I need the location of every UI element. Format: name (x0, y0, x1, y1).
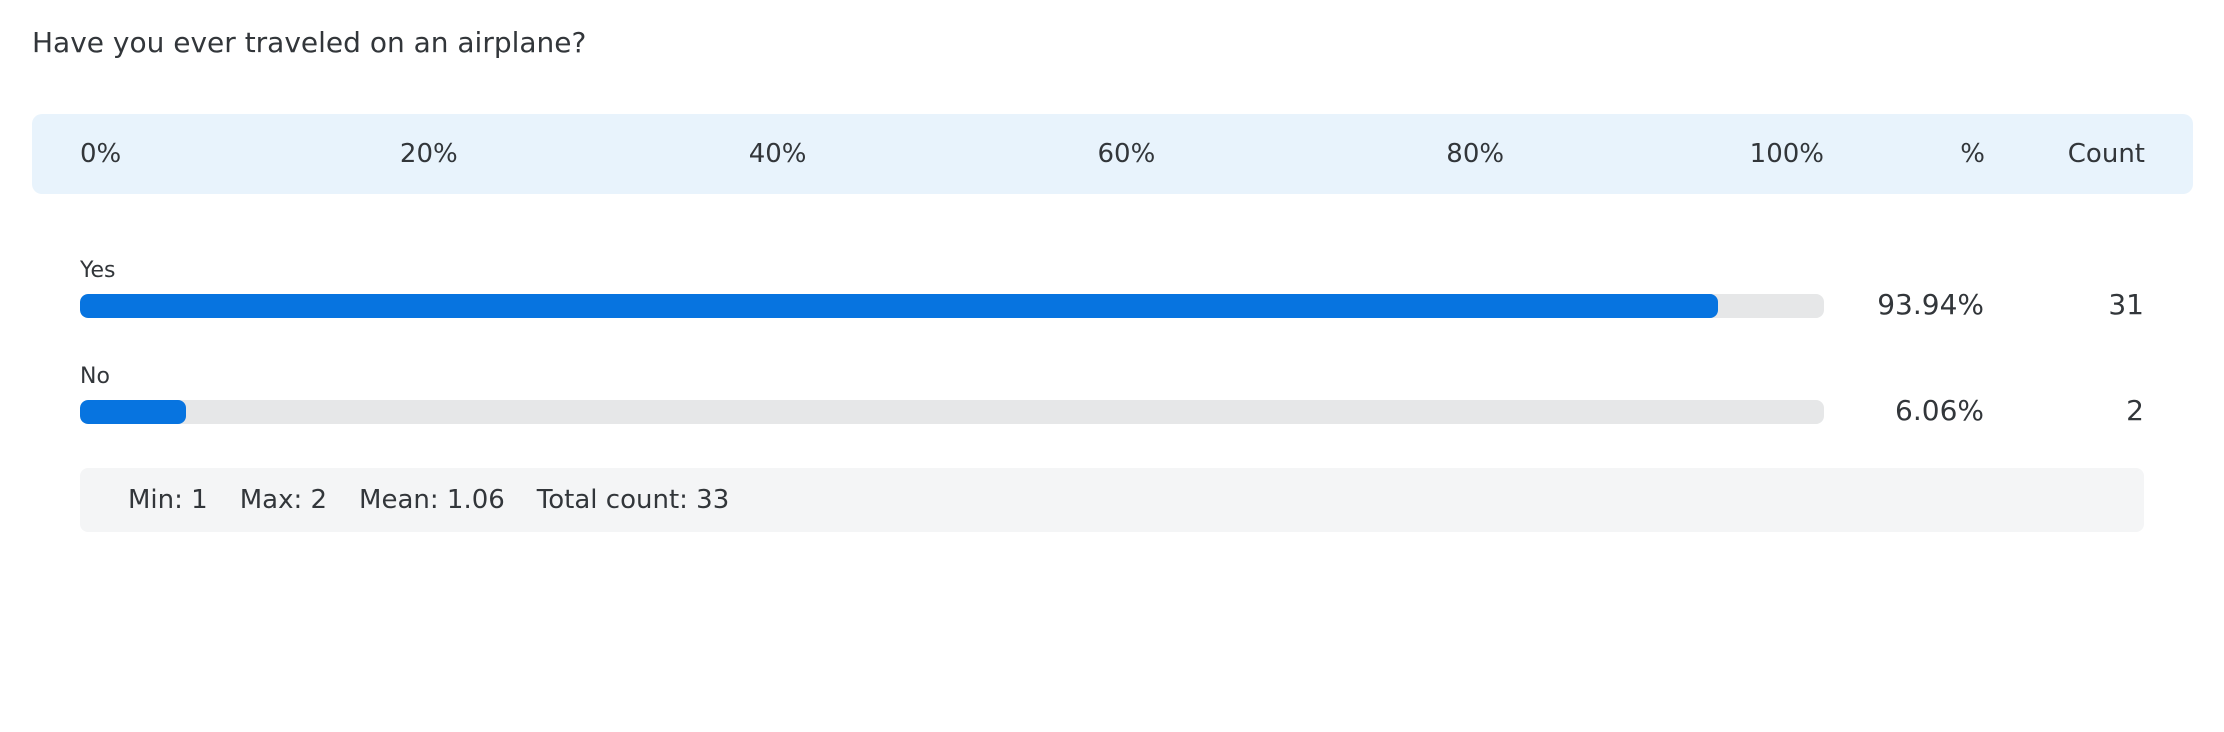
stat-total-count: Total count: 33 (536, 485, 730, 515)
x-tick-label: 40% (748, 139, 807, 169)
bar-count: 2 (2126, 394, 2144, 427)
stat-min: Min: 1 (128, 485, 208, 515)
x-tick-label: 80% (1446, 139, 1505, 169)
summary-stats: Min: 1 Max: 2 Mean: 1.06 Total count: 33 (80, 468, 2144, 532)
bar-label: No (80, 364, 110, 389)
bar (80, 400, 186, 424)
stat-mean: Mean: 1.06 (359, 485, 505, 515)
bar-track (80, 400, 1824, 424)
bar-count: 31 (2108, 288, 2144, 321)
x-tick-label: 100% (1749, 139, 1824, 169)
bar-percent: 93.94% (1877, 288, 1984, 321)
bar (80, 294, 1719, 318)
x-tick-label: 20% (399, 139, 458, 169)
percent-column-header: % (1960, 139, 1985, 169)
bar-percent: 6.06% (1895, 394, 1984, 427)
bar-label: Yes (80, 258, 116, 283)
x-tick-label: 0% (80, 139, 122, 169)
stat-max: Max: 2 (239, 485, 328, 515)
count-column-header: Count (2067, 139, 2145, 169)
bar-track (80, 294, 1824, 318)
chart-header: 0% 20% 40% 60% 80% 100% % Count (32, 114, 2193, 194)
question-title: Have you ever traveled on an airplane? (32, 26, 587, 59)
x-tick-label: 60% (1097, 139, 1156, 169)
